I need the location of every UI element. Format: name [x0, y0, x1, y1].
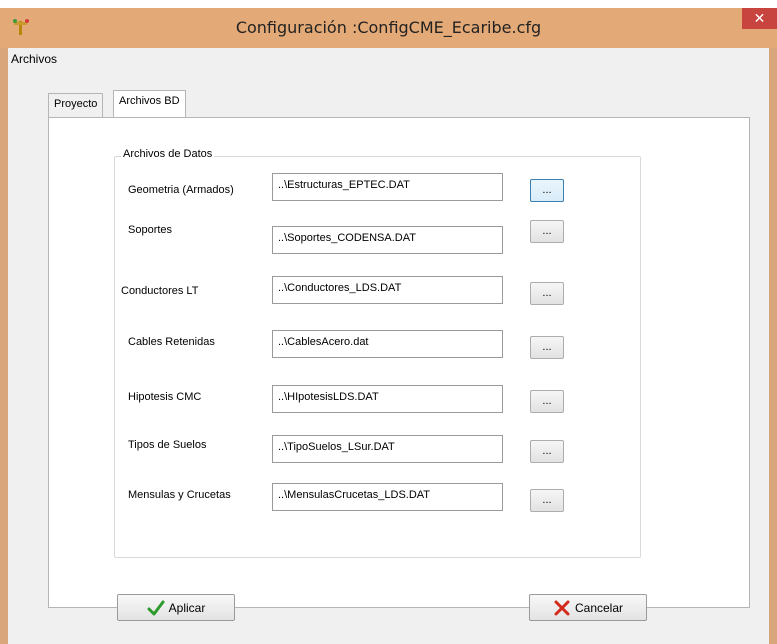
soportes-label: Soportes	[128, 224, 173, 236]
conductores-browse-button[interactable]: ...	[530, 282, 564, 305]
cross-icon	[554, 600, 570, 615]
suelos-label: Tipos de Suelos	[128, 439, 207, 451]
hipotesis-input[interactable]: ..\HIpotesisLDS.DAT	[272, 385, 503, 413]
tab-panel-archivos-bd: Archivos de Datos Geometria (Armados) ..…	[48, 117, 750, 608]
cables-label: Cables Retenidas	[128, 336, 215, 348]
geometria-label: Geometria (Armados)	[128, 184, 234, 196]
soportes-browse-button[interactable]: ...	[530, 220, 564, 243]
checkmark-icon	[147, 600, 165, 615]
conductores-input[interactable]: ..\Conductores_LDS.DAT	[272, 276, 503, 304]
soportes-input[interactable]: ..\Soportes_CODENSA.DAT	[272, 226, 503, 254]
window-title: Configuración :ConfigCME_Ecaribe.cfg	[235, 18, 542, 37]
mensulas-input[interactable]: ..\MensulasCrucetas_LDS.DAT	[272, 483, 503, 511]
cancel-button-label: Cancelar	[574, 600, 624, 615]
menu-bar: Archivos	[8, 48, 769, 70]
suelos-browse-button[interactable]: ...	[530, 440, 564, 463]
tab-proyecto-label: Proyecto	[54, 98, 98, 110]
geometria-browse-button[interactable]: ...	[530, 179, 564, 202]
hipotesis-label: Hipotesis CMC	[128, 391, 202, 403]
group-label: Archivos de Datos	[121, 148, 215, 160]
title-bar[interactable]: Configuración :ConfigCME_Ecaribe.cfg ✕	[0, 8, 777, 48]
config-window: Configuración :ConfigCME_Ecaribe.cfg ✕ A…	[0, 8, 777, 644]
cancel-button[interactable]: Cancelar	[529, 594, 647, 621]
hipotesis-browse-button[interactable]: ...	[530, 390, 564, 413]
mensulas-browse-button[interactable]: ...	[530, 489, 564, 512]
suelos-input[interactable]: ..\TipoSuelos_LSur.DAT	[272, 435, 503, 463]
close-button[interactable]: ✕	[742, 8, 777, 29]
tab-archivos-bd[interactable]: Archivos BD	[113, 90, 186, 117]
conductores-label: Conductores LT	[121, 285, 199, 297]
apply-button[interactable]: Aplicar	[117, 594, 235, 621]
apply-button-label: Aplicar	[168, 600, 206, 615]
close-icon: ✕	[753, 10, 766, 26]
mensulas-label: Mensulas y Crucetas	[128, 489, 231, 501]
geometria-input[interactable]: ..\Estructuras_EPTEC.DAT	[272, 173, 503, 201]
tab-archivos-bd-label: Archivos BD	[119, 95, 180, 107]
cables-input[interactable]: ..\CablesAcero.dat	[272, 330, 503, 358]
window-client-area: Archivos Proyecto Archivos BD Archivos d…	[8, 48, 769, 644]
tab-proyecto[interactable]: Proyecto	[48, 93, 104, 117]
cables-browse-button[interactable]: ...	[530, 336, 564, 359]
menu-archivos[interactable]: Archivos	[11, 52, 57, 66]
